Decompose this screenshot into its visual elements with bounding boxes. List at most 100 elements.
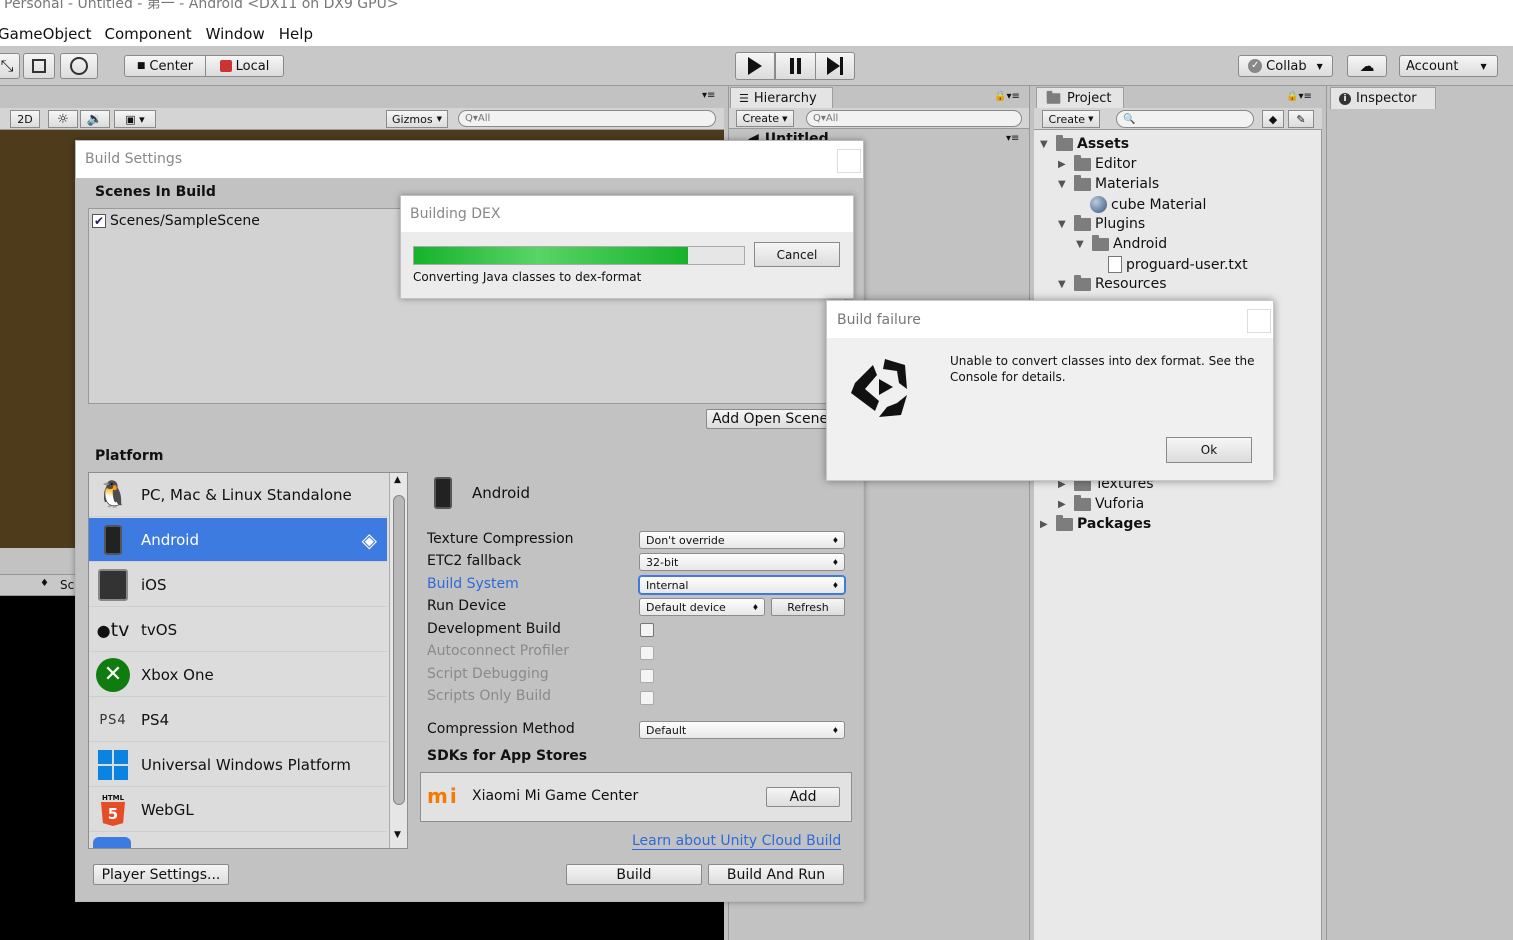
tree-item-materials[interactable]: ▼ Materials: [1058, 174, 1159, 192]
account-button[interactable]: Account ▼: [1399, 55, 1498, 77]
2d-toggle[interactable]: 2D: [10, 110, 40, 128]
text-file-icon: [1108, 256, 1122, 273]
lighting-toggle[interactable]: ☼: [48, 110, 78, 128]
pause-button[interactable]: [775, 52, 816, 80]
lock-icon[interactable]: 🔒▾≡: [1286, 91, 1312, 102]
transform-tool-icon: [70, 57, 88, 75]
build-settings-title: Build Settings: [85, 151, 183, 167]
build-settings-close-button[interactable]: [837, 149, 861, 173]
tree-item-vuforia[interactable]: ▶ Vuforia: [1058, 494, 1144, 512]
collapsed-arrow-icon: ▶: [1040, 518, 1048, 530]
effects-toggle[interactable]: ▣ ▾: [114, 110, 156, 128]
scene-row[interactable]: ✔ Scenes/SampleScene: [92, 213, 260, 229]
gizmos-dropdown[interactable]: Gizmos ▼: [386, 110, 448, 128]
unity-logo-icon: [851, 359, 907, 417]
player-settings-button[interactable]: Player Settings...: [93, 864, 229, 885]
collab-button[interactable]: ✓ Collab ▼: [1238, 55, 1333, 77]
platform-xbox[interactable]: ✕ Xbox One: [89, 653, 387, 697]
sdk-item-label: Xiaomi Mi Game Center: [472, 788, 639, 804]
etc2-fallback-label: ETC2 fallback: [427, 553, 522, 569]
filter-icon: ◆: [1268, 112, 1278, 126]
filter-label-button[interactable]: ✎: [1288, 110, 1314, 128]
tree-item-proguard[interactable]: proguard-user.txt: [1108, 256, 1248, 273]
dropdown-arrow-icon: ▼: [1088, 115, 1094, 123]
hierarchy-create-dropdown[interactable]: Create ▼: [736, 110, 794, 127]
platform-list: 🐧 PC, Mac & Linux Standalone Android ◈ iOS…: [88, 472, 408, 849]
pivot-local-button[interactable]: Local: [205, 55, 284, 77]
hierarchy-tab[interactable]: ☰ Hierarchy: [730, 87, 833, 109]
android-phone-icon: [95, 523, 131, 557]
platform-scrollbar[interactable]: ▲ ▼: [389, 473, 407, 848]
scroll-up-arrow-icon[interactable]: ▲: [394, 475, 401, 485]
lock-icon[interactable]: 🔒▾≡: [994, 91, 1020, 102]
tree-item-packages[interactable]: ▶ Packages: [1040, 514, 1151, 532]
build-and-run-button[interactable]: Build And Run: [708, 864, 844, 885]
dex-cancel-button[interactable]: Cancel: [754, 242, 840, 267]
scrollbar-thumb[interactable]: [393, 495, 405, 805]
build-system-dropdown[interactable]: Internal: [639, 576, 845, 594]
scroll-down-arrow-icon[interactable]: ▼: [394, 830, 401, 840]
project-tab[interactable]: Project: [1036, 87, 1124, 109]
tree-item-android[interactable]: ▼ Android: [1076, 234, 1167, 252]
dex-progress-fill: [414, 247, 688, 264]
run-device-label: Run Device: [427, 598, 507, 614]
menu-gameobject[interactable]: GameObject: [0, 25, 92, 43]
hierarchy-menu-icon[interactable]: ▾≡: [1006, 133, 1019, 144]
texture-compression-dropdown[interactable]: Don't override: [639, 531, 845, 549]
rect-transform-button[interactable]: [23, 53, 55, 79]
pivot-center-button[interactable]: ■ Center: [124, 55, 206, 77]
unity-cloud-build-link[interactable]: Learn about Unity Cloud Build: [632, 833, 842, 850]
autoconnect-profiler-checkbox[interactable]: [640, 646, 654, 660]
build-failure-close-button[interactable]: [1247, 309, 1271, 333]
run-device-dropdown[interactable]: Default device: [639, 598, 765, 616]
transform-tool-button[interactable]: [60, 53, 98, 79]
platform-ps4[interactable]: PS4 PS4: [89, 698, 387, 742]
rect-tool-button[interactable]: ⤡: [0, 53, 20, 79]
scripts-only-build-checkbox[interactable]: [640, 691, 654, 705]
hierarchy-search-input[interactable]: Q▾ All: [806, 110, 1022, 127]
android-header-icon: [434, 477, 452, 509]
step-button[interactable]: [815, 52, 855, 80]
platform-ios[interactable]: iOS: [89, 563, 387, 607]
build-failure-dialog: Build failure Unable to convert classes …: [826, 300, 1274, 481]
platform-webgl[interactable]: HTML 5 WebGL: [89, 788, 387, 832]
menu-component[interactable]: Component: [105, 25, 192, 43]
development-build-checkbox[interactable]: [640, 623, 654, 637]
inspector-panel: [1326, 86, 1513, 940]
panel-menu-icon[interactable]: ▾≡: [702, 90, 715, 101]
inspector-tab[interactable]: i Inspector: [1330, 87, 1436, 109]
sdk-add-button[interactable]: Add: [766, 787, 840, 807]
platform-standalone[interactable]: 🐧 PC, Mac & Linux Standalone: [89, 473, 387, 517]
add-open-scenes-button[interactable]: Add Open Scenes: [706, 409, 836, 429]
audio-toggle[interactable]: 🔉: [80, 110, 110, 128]
platform-android[interactable]: Android ◈: [89, 518, 387, 562]
menu-help[interactable]: Help: [279, 25, 313, 43]
build-button[interactable]: Build: [566, 864, 702, 885]
cloud-button[interactable]: ☁: [1347, 55, 1387, 77]
filter-type-button[interactable]: ◆: [1262, 110, 1284, 128]
menu-window[interactable]: Window: [206, 25, 265, 43]
tree-item-assets[interactable]: ▼ Assets: [1040, 134, 1129, 152]
platform-tvos[interactable]: ● tv tvOS: [89, 608, 387, 652]
refresh-devices-button[interactable]: Refresh: [771, 598, 845, 616]
tree-item-cube-material[interactable]: cube Material: [1090, 196, 1206, 213]
local-cube-icon: [219, 60, 232, 72]
platform-uwp[interactable]: Universal Windows Platform: [89, 743, 387, 787]
tree-item-plugins[interactable]: ▼ Plugins: [1058, 214, 1145, 232]
expand-arrow-icon: ▼: [1076, 238, 1084, 250]
scripts-only-build-label: Scripts Only Build: [427, 688, 552, 704]
scene-checkbox[interactable]: ✔: [92, 214, 106, 228]
script-debugging-checkbox[interactable]: [640, 669, 654, 683]
tree-item-editor[interactable]: ▶ Editor: [1058, 154, 1136, 172]
tree-item-resources[interactable]: ▼ Resources: [1058, 274, 1167, 292]
project-create-dropdown[interactable]: Create ▼: [1042, 110, 1100, 128]
image-icon: ▣ ▾: [125, 112, 145, 126]
project-search-input[interactable]: 🔍: [1116, 110, 1254, 128]
compression-method-dropdown[interactable]: Default: [639, 721, 845, 739]
etc2-fallback-dropdown[interactable]: 32-bit: [639, 553, 845, 571]
autoconnect-profiler-label: Autoconnect Profiler: [427, 643, 570, 659]
build-failure-ok-button[interactable]: Ok: [1166, 437, 1252, 463]
lower-scene-tab[interactable]: Sc: [60, 578, 74, 592]
play-button[interactable]: [735, 52, 775, 80]
scene-search-input[interactable]: Q▾ All: [458, 110, 716, 127]
